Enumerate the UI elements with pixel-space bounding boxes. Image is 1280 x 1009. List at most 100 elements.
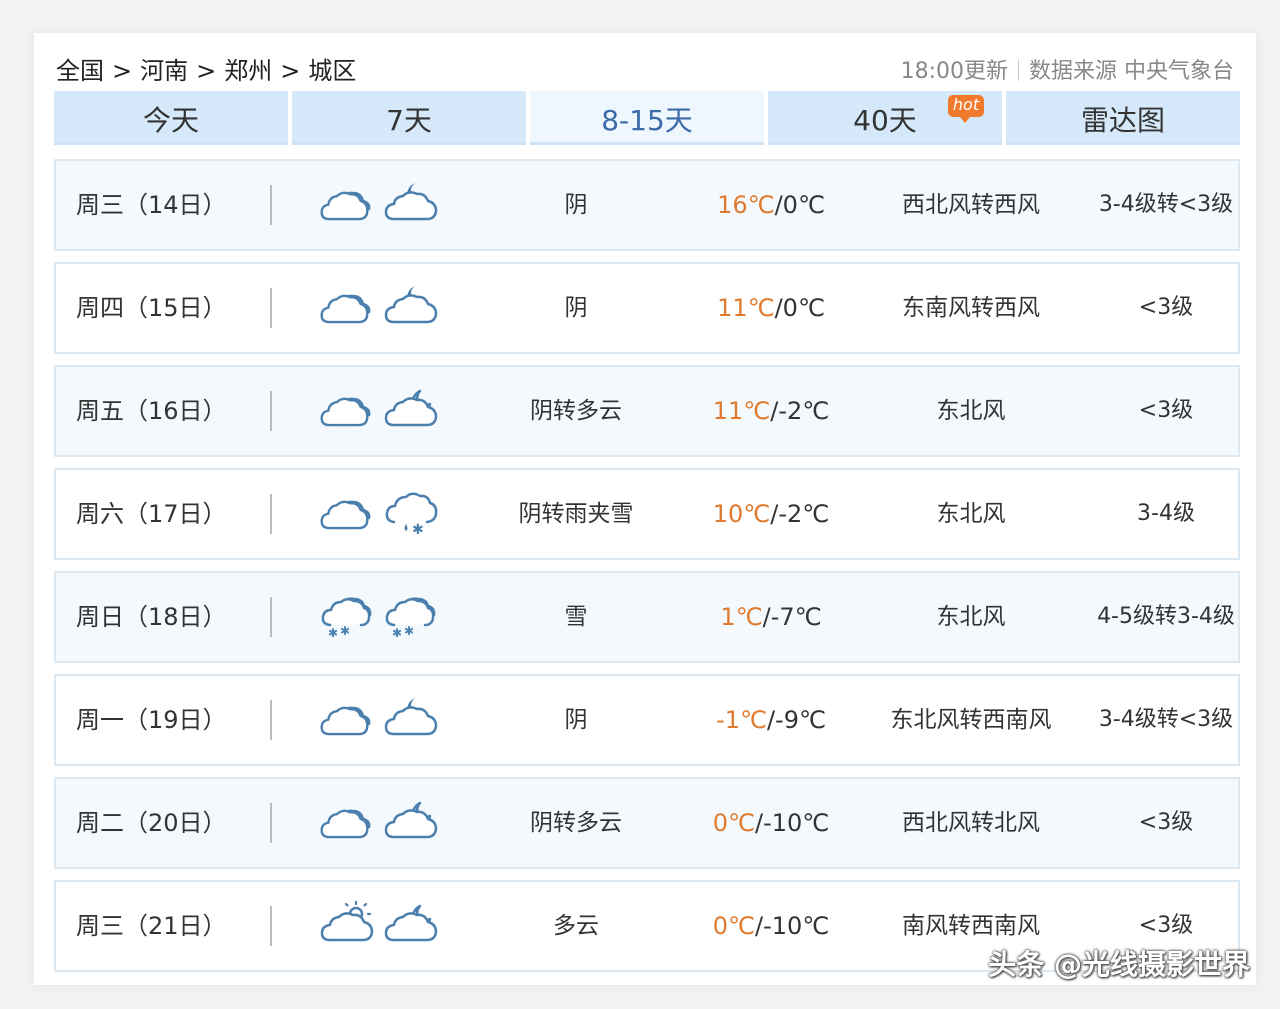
breadcrumb-separator: >: [280, 57, 301, 85]
tab-today[interactable]: 今天: [54, 91, 288, 145]
forecast-list: 周三（14日） 阴 16℃/0℃ 西北风转西风 3-4级转<3级 周四（15日）…: [54, 159, 1240, 983]
svg-text:✱: ✱: [404, 624, 414, 638]
forecast-condition: 阴转多云: [530, 810, 622, 836]
header: 全国 > 河南 > 郑州 > 城区 18:00更新 数据来源 中央气象台: [54, 49, 1234, 89]
row-divider: [270, 288, 272, 328]
forecast-wind: 西北风转北风: [902, 810, 1040, 836]
forecast-date: 周五（16日）: [76, 397, 227, 425]
svg-text:✱: ✱: [340, 624, 350, 638]
tab-radar[interactable]: 雷达图: [1006, 91, 1240, 145]
svg-text:✱: ✱: [412, 522, 424, 536]
breadcrumb-separator: >: [196, 57, 217, 85]
row-divider: [270, 391, 272, 431]
forecast-wind: 东北风转西南风: [890, 707, 1052, 733]
tab-40-days[interactable]: 40天 hot: [768, 91, 1002, 145]
temp-high: 16℃: [717, 191, 775, 219]
source-divider: [1018, 59, 1019, 81]
forecast-condition: 阴: [564, 295, 588, 321]
forecast-condition: 阴: [564, 707, 588, 733]
forecast-wind: 东北风: [936, 501, 1006, 527]
forecast-date: 周日（18日）: [76, 603, 227, 631]
breadcrumb-item-city[interactable]: 郑州: [224, 57, 272, 85]
tab-label: 今天: [142, 104, 199, 137]
temp-low: -7℃: [770, 603, 822, 631]
forecast-wind-level: 3-4级转<3级: [1098, 192, 1234, 217]
forecast-temperature: 10℃/-2℃: [686, 470, 856, 558]
tab-label: 40天: [853, 104, 917, 137]
forecast-temperature: 0℃/-10℃: [686, 779, 856, 867]
svg-text:✱: ✱: [328, 626, 338, 639]
forecast-date: 周二（20日）: [76, 809, 227, 837]
forecast-wind: 西北风转西风: [902, 192, 1040, 218]
temp-separator: /: [774, 191, 783, 219]
forecast-row: 周日（18日） ✱ ✱ ✱ ✱ 雪 1℃/-7℃ 东北风 4-5级转3-4级: [54, 571, 1240, 663]
forecast-wind-level: 4-5级转3-4级: [1097, 604, 1235, 629]
forecast-wind-level: <3级: [1138, 295, 1194, 320]
forecast-condition: 阴转雨夹雪: [518, 501, 634, 527]
breadcrumb-item-country[interactable]: 全国: [56, 57, 104, 85]
temp-low: -10℃: [763, 809, 830, 837]
forecast-date: 周三（21日）: [76, 912, 227, 940]
forecast-date: 周一（19日）: [76, 706, 227, 734]
forecast-temperature: 0℃/-10℃: [686, 882, 856, 970]
row-divider: [270, 803, 272, 843]
forecast-date: 周四（15日）: [76, 294, 227, 322]
breadcrumb: 全国 > 河南 > 郑州 > 城区: [56, 51, 356, 86]
temp-low: 0℃: [782, 294, 825, 322]
tab-7-days[interactable]: 7天: [292, 91, 526, 145]
forecast-wind-level: 3-4级转<3级: [1098, 707, 1234, 732]
forecast-date: 周六（17日）: [76, 500, 227, 528]
cloudy-icon: [318, 179, 374, 227]
forecast-wind: 东北风: [936, 604, 1006, 630]
weather-card: 全国 > 河南 > 郑州 > 城区 18:00更新 数据来源 中央气象台 今天 7天 8-15…: [34, 33, 1256, 985]
partly-cloudy-night-icon: [382, 900, 438, 948]
row-divider: [270, 494, 272, 534]
tab-label: 7天: [386, 104, 432, 137]
hot-badge: hot: [948, 95, 984, 123]
forecast-wind-level: 3-4级: [1137, 501, 1195, 526]
tab-8-15-days[interactable]: 8-15天: [530, 91, 764, 145]
snow-icon: ✱ ✱: [318, 591, 374, 639]
forecast-temperature: 11℃/0℃: [686, 264, 856, 352]
temp-separator: /: [762, 603, 771, 631]
partly-sunny-icon: [318, 900, 374, 948]
forecast-condition: 阴转多云: [530, 398, 622, 424]
temp-high: -1℃: [716, 706, 767, 734]
breadcrumb-item-province[interactable]: 河南: [140, 57, 188, 85]
temp-low: -2℃: [778, 397, 830, 425]
forecast-wind: 东北风: [936, 398, 1006, 424]
temp-separator: /: [754, 809, 764, 837]
row-divider: [270, 700, 272, 740]
cloudy-moon-icon: [382, 694, 438, 742]
forecast-row: 周四（15日） 阴 11℃/0℃ 东南风转西风 <3级: [54, 262, 1240, 354]
forecast-row: 周三（14日） 阴 16℃/0℃ 西北风转西风 3-4级转<3级: [54, 159, 1240, 251]
forecast-temperature: 1℃/-7℃: [686, 573, 856, 661]
breadcrumb-separator: >: [112, 57, 133, 85]
temp-high: 0℃: [712, 912, 755, 940]
forecast-row: 周六（17日） ✱ 阴转雨夹雪 10℃/-2℃ 东北风 3-4级: [54, 468, 1240, 560]
tab-label: 8-15天: [601, 104, 693, 137]
partly-cloudy-night-icon: [382, 797, 438, 845]
temp-high: 0℃: [712, 809, 755, 837]
temp-separator: /: [774, 294, 783, 322]
forecast-temperature: -1℃/-9℃: [686, 676, 856, 764]
forecast-row: 周五（16日） 阴转多云 11℃/-2℃ 东北风 <3级: [54, 365, 1240, 457]
forecast-condition: 多云: [553, 913, 599, 939]
tab-label: 雷达图: [1080, 104, 1165, 137]
tab-bar: 今天 7天 8-15天 40天 hot 雷达图: [54, 91, 1240, 145]
cloudy-icon: [318, 282, 374, 330]
temp-high: 1℃: [720, 603, 763, 631]
forecast-row: 周一（19日） 阴 -1℃/-9℃ 东北风转西南风 3-4级转<3级: [54, 674, 1240, 766]
forecast-date: 周三（14日）: [76, 191, 227, 219]
temp-high: 10℃: [712, 500, 771, 528]
forecast-condition: 雪: [564, 604, 588, 630]
forecast-temperature: 16℃/0℃: [686, 161, 856, 249]
forecast-wind: 东南风转西风: [902, 295, 1040, 321]
cloudy-icon: [318, 488, 374, 536]
cloudy-moon-icon: [382, 179, 438, 227]
breadcrumb-item-district: 城区: [308, 57, 357, 85]
snow-icon: ✱ ✱: [382, 591, 438, 639]
watermark: 头条 @光线摄影世界: [988, 948, 1250, 981]
cloudy-moon-icon: [382, 282, 438, 330]
temp-separator: /: [766, 706, 776, 734]
